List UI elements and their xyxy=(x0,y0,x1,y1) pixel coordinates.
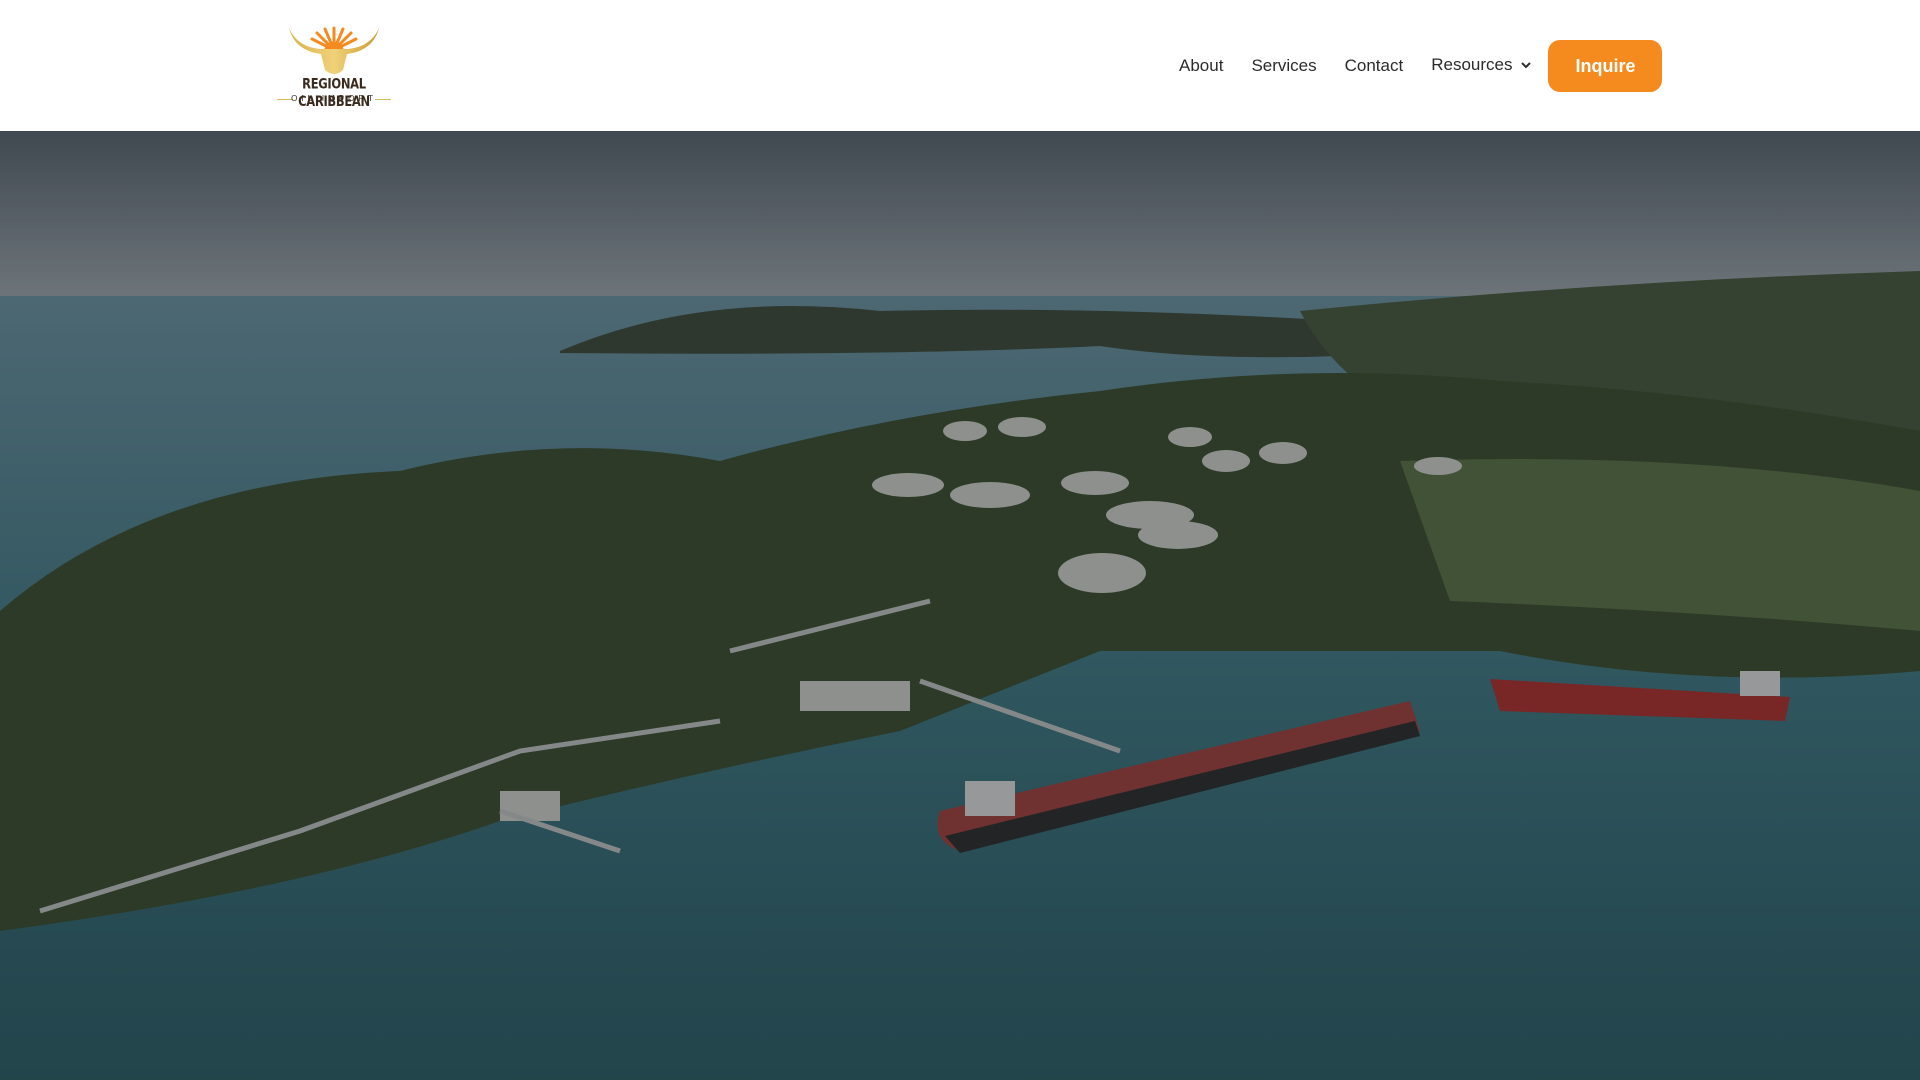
nav-resources-label: Resources xyxy=(1431,55,1513,74)
nav-contact[interactable]: Contact xyxy=(1345,56,1404,76)
nav-services[interactable]: Services xyxy=(1251,56,1316,76)
brand-logo[interactable]: REGIONAL CARIBBEAN OIL IMPORT xyxy=(275,22,393,110)
divider xyxy=(375,99,391,100)
inquire-button[interactable]: Inquire xyxy=(1548,40,1663,92)
main-nav: About Services Contact Resources Inquire xyxy=(1165,40,1663,92)
site-header: REGIONAL CARIBBEAN OIL IMPORT About Serv… xyxy=(0,0,1920,131)
nav-resources[interactable]: Resources xyxy=(1431,55,1532,75)
bull-sun-logo-icon xyxy=(289,26,379,74)
hero-image xyxy=(0,131,1920,1080)
nav-about[interactable]: About xyxy=(1179,56,1223,76)
brand-name: REGIONAL CARIBBEAN xyxy=(298,74,370,110)
hero-overlay xyxy=(0,131,1920,1080)
chevron-down-icon xyxy=(1521,62,1532,69)
